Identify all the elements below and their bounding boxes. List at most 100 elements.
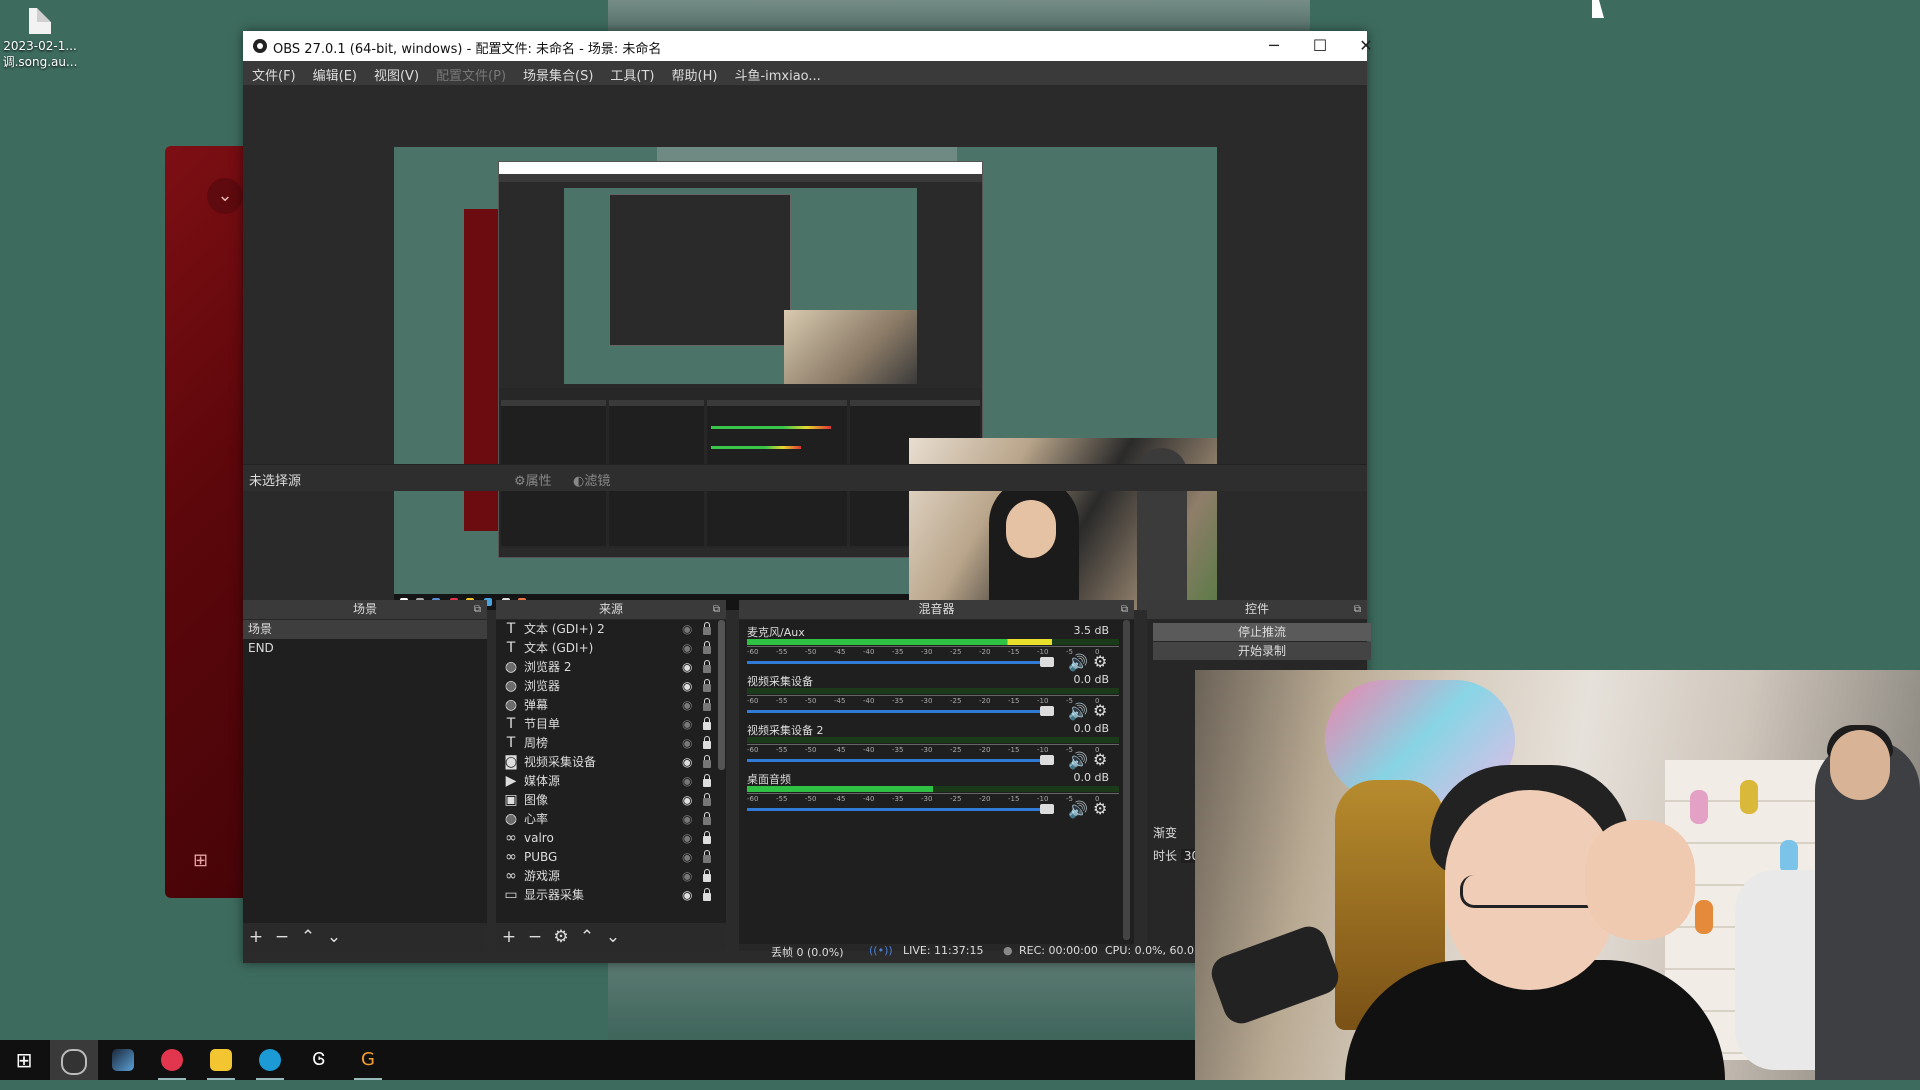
speaker-icon[interactable]: 🔊 [1068, 653, 1088, 672]
gear-icon[interactable]: ⚙ [1093, 799, 1107, 818]
source-item[interactable]: ▣ 图像 ◉ [496, 791, 726, 810]
visibility-toggle-icon[interactable]: ◉ [682, 829, 692, 848]
source-item[interactable]: ∞ valro ◉ [496, 829, 726, 848]
mixer-header[interactable]: 混音器 ⧉ [739, 600, 1134, 619]
lock-toggle-icon[interactable] [703, 831, 711, 844]
visibility-toggle-icon[interactable]: ◉ [682, 620, 692, 639]
stop-streaming-button[interactable]: 停止推流 [1153, 623, 1371, 641]
source-item[interactable]: ◍ 弹幕 ◉ [496, 696, 726, 715]
sources-header[interactable]: 来源 ⧉ [496, 600, 726, 619]
undock-icon[interactable]: ⧉ [1121, 600, 1128, 619]
start-recording-button[interactable]: 开始录制 [1153, 642, 1371, 660]
lock-toggle-icon[interactable] [703, 774, 711, 787]
visibility-toggle-icon[interactable]: ◉ [682, 810, 692, 829]
lock-toggle-icon[interactable] [703, 622, 711, 635]
sources-scrollbar[interactable] [718, 620, 725, 770]
lock-toggle-icon[interactable] [703, 755, 711, 768]
netease-music-icon[interactable] [148, 1040, 196, 1080]
desktop-file-icon[interactable]: 2023-02-1... 调.song.au... [0, 8, 80, 70]
close-button[interactable]: ✕ [1343, 31, 1389, 61]
lock-toggle-icon[interactable] [703, 869, 711, 882]
g-app-icon[interactable]: Ꮆ [295, 1040, 343, 1080]
lock-toggle-icon[interactable] [703, 812, 711, 825]
source-item[interactable]: ◍ 浏览器 ◉ [496, 677, 726, 696]
undock-icon[interactable]: ⧉ [1354, 600, 1361, 619]
volume-slider-handle[interactable] [1039, 755, 1054, 765]
visibility-toggle-icon[interactable]: ◉ [682, 791, 692, 810]
lock-toggle-icon[interactable] [703, 698, 711, 711]
menu-file[interactable]: 文件(F) [243, 61, 304, 84]
filters-button[interactable]: ◐滤镜 [573, 470, 610, 489]
volume-slider-handle[interactable] [1039, 657, 1054, 667]
scene-item[interactable]: END [243, 639, 487, 658]
windows-start-icon[interactable]: ⊞ [0, 1040, 48, 1080]
menu-edit[interactable]: 编辑(E) [304, 61, 365, 84]
scenes-header[interactable]: 场景 ⧉ [243, 600, 487, 619]
source-item[interactable]: ◍ 心率 ◉ [496, 810, 726, 829]
owl-app-icon[interactable] [197, 1040, 245, 1080]
lock-toggle-icon[interactable] [703, 850, 711, 863]
source-item[interactable]: ∞ 游戏源 ◉ [496, 867, 726, 886]
visibility-toggle-icon[interactable]: ◉ [682, 848, 692, 867]
lock-toggle-icon[interactable] [703, 679, 711, 692]
visibility-toggle-icon[interactable]: ◉ [682, 886, 692, 905]
source-item[interactable]: ◙ 视频采集设备 ◉ [496, 753, 726, 772]
gear-icon[interactable]: ⚙ [1093, 652, 1107, 671]
source-item[interactable]: ◍ 浏览器 2 ◉ [496, 658, 726, 677]
source-item[interactable]: T 文本 (GDI+) ◉ [496, 639, 726, 658]
speaker-icon[interactable]: 🔊 [1068, 800, 1088, 819]
properties-button[interactable]: ⚙属性 [514, 470, 552, 489]
gear-icon[interactable]: ⚙ [1093, 750, 1107, 769]
visibility-toggle-icon[interactable]: ◉ [682, 734, 692, 753]
obs-taskbar-icon[interactable] [50, 1040, 98, 1080]
lock-toggle-icon[interactable] [703, 717, 711, 730]
visibility-toggle-icon[interactable]: ◉ [682, 639, 692, 658]
preview-canvas[interactable] [394, 147, 1217, 610]
chevron-down-icon[interactable]: ⌄ [207, 178, 243, 214]
source-item[interactable]: T 节目单 ◉ [496, 715, 726, 734]
maximize-button[interactable]: ☐ [1297, 31, 1343, 61]
transition-select[interactable]: 渐变 [1153, 824, 1177, 841]
speaker-icon[interactable]: 🔊 [1068, 751, 1088, 770]
source-item[interactable]: T 文本 (GDI+) 2 ◉ [496, 620, 726, 639]
visibility-toggle-icon[interactable]: ◉ [682, 715, 692, 734]
visibility-toggle-icon[interactable]: ◉ [682, 867, 692, 886]
undock-icon[interactable]: ⧉ [713, 600, 720, 619]
source-item[interactable]: ▭ 显示器采集 ◉ [496, 886, 726, 905]
lock-toggle-icon[interactable] [703, 793, 711, 806]
source-item[interactable]: T 周榜 ◉ [496, 734, 726, 753]
lock-toggle-icon[interactable] [703, 660, 711, 673]
gear-icon[interactable]: ⚙ [1093, 701, 1107, 720]
controls-header[interactable]: 控件 ⧉ [1147, 600, 1367, 619]
menu-profile[interactable]: 配置文件(P) [427, 61, 514, 84]
volume-slider-handle[interactable] [1039, 706, 1054, 716]
scene-item[interactable]: 场景 [243, 620, 487, 639]
menu-help[interactable]: 帮助(H) [663, 61, 726, 84]
volume-slider-handle[interactable] [1039, 804, 1054, 814]
g-colored-app-icon[interactable]: G [344, 1040, 392, 1080]
minimize-button[interactable]: ─ [1251, 31, 1297, 61]
menu-tools[interactable]: 工具(T) [601, 61, 662, 84]
ring-app-icon[interactable] [246, 1040, 294, 1080]
volume-slider[interactable] [747, 710, 1048, 713]
visibility-toggle-icon[interactable]: ◉ [682, 677, 692, 696]
speaker-icon[interactable]: 🔊 [1068, 702, 1088, 721]
mixer-scrollbar[interactable] [1123, 620, 1130, 940]
lock-toggle-icon[interactable] [703, 736, 711, 749]
visibility-toggle-icon[interactable]: ◉ [682, 696, 692, 715]
source-item[interactable]: ∞ PUBG ◉ [496, 848, 726, 867]
undock-icon[interactable]: ⧉ [474, 600, 481, 619]
visibility-toggle-icon[interactable]: ◉ [682, 753, 692, 772]
lock-toggle-icon[interactable] [703, 888, 711, 901]
lock-toggle-icon[interactable] [703, 641, 711, 654]
volume-slider[interactable] [747, 759, 1048, 762]
visibility-toggle-icon[interactable]: ◉ [682, 772, 692, 791]
source-item[interactable]: ▶ 媒体源 ◉ [496, 772, 726, 791]
menu-douyu-plugin[interactable]: 斗鱼-imxiao... [725, 61, 828, 84]
volume-slider[interactable] [747, 808, 1048, 811]
steam-icon[interactable] [99, 1040, 147, 1080]
menu-scene-collection[interactable]: 场景集合(S) [514, 61, 601, 84]
menu-view[interactable]: 视图(V) [365, 61, 427, 84]
visibility-toggle-icon[interactable]: ◉ [682, 658, 692, 677]
volume-slider[interactable] [747, 661, 1048, 664]
